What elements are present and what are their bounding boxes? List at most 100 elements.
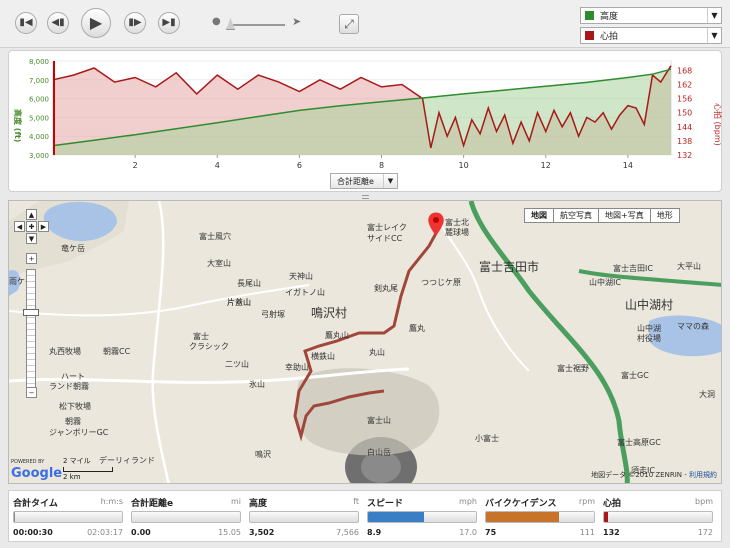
stat-max: 172 [697,528,713,537]
stat-label: スピード [367,499,404,509]
map-place-label: ハート [61,372,85,381]
map-attribution: 地図データ ©2010 ZENRIN - 利用規約 [591,471,717,479]
map-place-label: 大室山 [207,258,231,268]
map-place-label: 富士風穴 [199,231,231,241]
chart-series-select-top[interactable]: 高度 ▼ [580,7,722,24]
map-type-button[interactable]: 地図 [524,208,554,223]
stat-current: 0.00 [131,528,151,537]
terms-link[interactable]: 利用規約 [689,471,717,479]
map-municipality-label: 鳴沢村 [311,306,347,320]
right-axis-tick: 132 [677,151,692,160]
map[interactable]: 竜ケ岳 雨ケ岳 富士風穴 大室山 長尾山 天神山 イガトノ山 片蓋山 弓射塚 富士レイク サイドCC… [8,200,722,484]
map-place-label: 松下牧場 [59,401,91,411]
stat-max: 17.0 [459,528,477,537]
map-type-button[interactable]: 地形 [649,208,680,223]
left-axis-tick: 4,000 [29,133,49,141]
chart-series-select-bottom[interactable]: 心拍 ▼ [580,27,722,44]
left-axis-tick: 7,000 [29,77,49,85]
right-axis-tick: 138 [677,137,692,146]
pan-right-button[interactable]: ▶ [38,221,49,232]
series-color-swatch [585,31,594,40]
stat-bar-fill [604,512,609,522]
stat-unit: bpm [695,497,713,506]
stat-bar [367,511,477,523]
stat-label: 合計距離e [131,499,174,509]
x-axis-tick: 14 [623,161,633,170]
map-place-label: 小富士 [475,433,499,443]
zoom-out-button[interactable]: − [26,387,37,398]
scale-miles: 2 マイル [63,457,91,465]
map-place-label: 丸西牧場 [49,346,81,356]
stat-label: バイクケイデンス [485,499,557,509]
stat-label: 高度 [249,499,268,509]
pan-center-button[interactable]: ✚ [26,221,37,232]
x-axis-tick: 12 [541,161,551,170]
map-type-button[interactable]: 地図+写真 [598,208,651,223]
stat-current: 3,502 [249,528,275,537]
map-place-label: ジャンボリーGC [49,428,109,437]
map-place-label: 竜ケ岳 [61,243,85,253]
x-axis-tick: 2 [133,161,138,170]
stat-max: 02:03:17 [87,528,123,537]
step-forward-button[interactable]: ▮▶ [124,12,146,34]
chevron-down-icon: ▼ [707,28,721,43]
left-axis-tick: 3,000 [29,152,49,160]
skip-to-end-button[interactable]: ▶▮ [158,12,180,34]
map-place-label: 山中湖IC [589,277,621,287]
map-place-label: 村役場 [637,333,661,343]
stat-bar-fill [368,512,425,522]
distance-unit-select[interactable]: 合計距離e ▼ [330,173,398,189]
zoom-slider-thumb[interactable] [23,309,39,316]
map-place-label: 天神山 [289,271,313,281]
elevation-heart-rate-chart: 8,000 7,000 6,000 5,000 4,000 3,000 168 162 156 1… [8,50,723,193]
map-place-label: 丸山 [369,347,385,357]
zoom-in-button[interactable]: + [26,253,37,264]
stat-2: 高度 ft 3,502 7,566 [245,491,363,541]
x-axis-tick: 6 [297,161,302,170]
stat-bar [249,511,359,523]
stat-unit: mph [459,497,477,506]
chevron-down-icon: ▼ [383,174,397,188]
stat-unit: rpm [578,497,595,506]
step-back-button[interactable]: ◀▮ [47,12,69,34]
stat-max: 15.05 [218,528,241,537]
map-place-label: 鳴沢 [255,449,271,459]
map-place-label: 白山岳 [367,447,391,457]
map-place-label: 富士吉田IC [613,263,653,273]
skip-to-start-button[interactable]: ▮◀ [15,12,37,34]
stat-bar [13,511,123,523]
left-axis-tick: 8,000 [29,58,49,66]
scale-km: 2 km [63,473,81,481]
play-button[interactable]: ▶ [81,8,111,38]
stat-unit: mi [230,497,241,506]
chart-svg[interactable]: 8,000 7,000 6,000 5,000 4,000 3,000 168 162 156 1… [9,51,723,193]
fullscreen-icon[interactable]: ⤢ [339,14,359,34]
map-type-selector: 地図 航空写真 地図+写真 地形 [524,208,680,223]
playback-speed-track[interactable] [233,24,285,26]
map-place-label: ママの森 [677,321,709,331]
attribution-text: 地図データ ©2010 ZENRIN [591,471,683,479]
stat-0: 合計タイム h:m:s 00:00:30 02:03:17 [9,491,127,541]
stat-bar [603,511,713,523]
map-place-label: 大洞 [699,389,715,399]
map-place-label: 富士北 [445,217,469,227]
right-axis-tick: 150 [677,109,692,118]
stats-panel: 合計タイム h:m:s 00:00:30 02:03:17 合計距離e mi 0.00 15.… [8,490,722,542]
zoom-slider[interactable] [26,269,36,389]
right-axis-tick: 156 [677,95,692,104]
map-canvas[interactable]: 竜ケ岳雨ケ岳富士風穴大室山長尾山天神山イガトノ山片蓋山弓射塚富士レイクサイドCC… [9,201,722,484]
resize-handle[interactable] [362,195,369,199]
map-place-label: 朝霧CC [103,347,131,356]
pan-up-button[interactable]: ▲ [26,209,37,220]
stat-1: 合計距離e mi 0.00 15.05 [127,491,245,541]
right-axis-tick: 162 [677,81,692,90]
map-type-button[interactable]: 航空写真 [553,208,599,223]
map-municipality-label: 山中湖村 [625,297,673,312]
pan-left-button[interactable]: ◀ [14,221,25,232]
stat-bar [485,511,595,523]
left-axis-tick: 6,000 [29,96,49,104]
map-place-label: 幸助山 [285,362,309,372]
stat-bar [131,511,241,523]
map-place-label: 弓射塚 [261,309,285,319]
pan-down-button[interactable]: ▼ [26,233,37,244]
